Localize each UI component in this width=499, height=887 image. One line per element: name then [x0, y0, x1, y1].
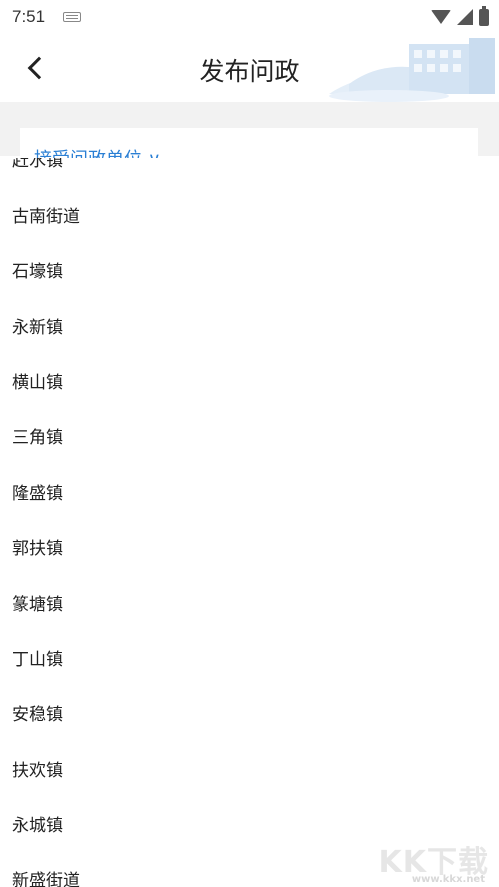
- unit-selector[interactable]: 接受问政单位 ∨: [20, 128, 478, 158]
- list-item[interactable]: 安稳镇: [12, 700, 63, 725]
- building-illustration: [319, 34, 499, 102]
- wifi-icon: [431, 10, 451, 24]
- status-icons: [431, 5, 489, 26]
- list-item[interactable]: 永新镇: [12, 313, 63, 338]
- keyboard-icon: [63, 12, 82, 22]
- list-item[interactable]: 三角镇: [12, 423, 63, 448]
- list-item[interactable]: 古南街道: [12, 202, 80, 227]
- unit-dropdown-list[interactable]: 赶水镇 古南街道 石壕镇 永新镇 横山镇 三角镇 隆盛镇 郭扶镇 篆塘镇 丁山镇…: [0, 158, 499, 887]
- watermark-url: www.kkx.net: [411, 874, 485, 885]
- list-item[interactable]: 石壕镇: [12, 257, 63, 282]
- list-item[interactable]: 新盛街道: [12, 866, 80, 887]
- list-item[interactable]: 篆塘镇: [12, 590, 63, 615]
- list-item[interactable]: 横山镇: [12, 368, 63, 393]
- status-bar: 7:51: [0, 0, 499, 34]
- list-item[interactable]: 丁山镇: [12, 645, 63, 670]
- list-item[interactable]: 赶水镇: [12, 158, 63, 171]
- unit-selector-label: 接受问政单位 ∨: [34, 145, 161, 158]
- list-item[interactable]: 永城镇: [12, 811, 63, 836]
- signal-icon: [457, 9, 473, 25]
- status-time: 7:51: [12, 7, 46, 26]
- watermark: KK下载 www.kkx.net: [353, 835, 493, 887]
- list-item[interactable]: 隆盛镇: [12, 479, 63, 504]
- app-header: 发布问政: [0, 34, 499, 102]
- battery-icon: [479, 5, 489, 26]
- list-item[interactable]: 郭扶镇: [12, 534, 63, 559]
- list-item[interactable]: 扶欢镇: [12, 756, 63, 781]
